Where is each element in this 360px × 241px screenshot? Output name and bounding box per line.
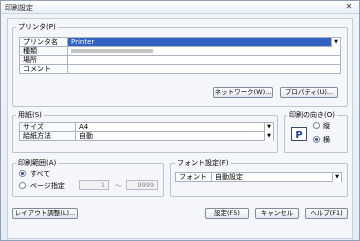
paper-size-select[interactable]: A4 ▼ [75, 122, 274, 132]
paper-group-label: 用紙(S) [16, 110, 44, 120]
table-row: 場所 [19, 55, 341, 65]
printer-comment-label: コメント [19, 64, 68, 74]
range-separator: ～ [115, 182, 122, 190]
table-row: プリンタ名 Printer ▼ [19, 37, 341, 47]
printer-type-value [67, 46, 341, 56]
font-group-label: フォント設定(F) [175, 158, 231, 168]
orientation-portrait-radio[interactable] [313, 122, 320, 129]
svg-text:P: P [295, 130, 302, 141]
font-table: フォント 自動設定 ▼ [175, 172, 342, 182]
window-title: 印刷設定 [5, 4, 33, 12]
range-all-label: すべて [30, 170, 51, 178]
printer-group-label: プリンタ(P) [16, 22, 58, 32]
font-value: 自動設定 [215, 173, 243, 181]
paper-source-label: 給紙方法 [19, 131, 76, 141]
printer-name-value: Printer [71, 38, 95, 46]
orientation-landscape-label: 横 [323, 136, 330, 144]
close-icon[interactable]: ✕ [344, 2, 354, 12]
range-pages-radio[interactable] [19, 182, 26, 189]
network-button[interactable]: ネットワーク(W)... [213, 87, 273, 98]
print-settings-dialog: 印刷設定 ✕ プリンタ(P) プリンタ名 Printer ▼ 種類 場所 コメン… [0, 0, 360, 241]
settings-button[interactable]: 設定(F5) [205, 208, 249, 219]
table-row: 種類 [19, 46, 341, 56]
printer-comment-value [67, 64, 341, 74]
properties-button[interactable]: プロパティ(U)... [280, 87, 338, 98]
page-to-input[interactable]: 9999 [126, 180, 158, 190]
redacted-bar [71, 49, 153, 53]
printer-info-table: プリンタ名 Printer ▼ 種類 場所 コメント [19, 37, 341, 74]
chevron-down-icon[interactable]: ▼ [264, 123, 273, 132]
paper-source-value: 自動 [79, 132, 93, 140]
range-all-radio[interactable] [19, 170, 26, 177]
printer-name-label: プリンタ名 [19, 37, 68, 47]
font-label: フォント [175, 172, 212, 182]
title-bar: 印刷設定 ✕ [1, 1, 359, 14]
paper-source-select[interactable]: 自動 ▼ [75, 131, 274, 141]
layout-adjust-button[interactable]: レイアウト調整(L)... [12, 208, 78, 219]
orientation-portrait-label: 縦 [323, 122, 330, 130]
range-pages-label: ページ指定 [30, 182, 65, 190]
table-row: 給紙方法 自動 ▼ [19, 131, 274, 141]
font-select[interactable]: 自動設定 ▼ [211, 172, 342, 182]
printer-type-label: 種類 [19, 46, 68, 56]
paper-size-label: サイズ [19, 122, 76, 132]
print-range-group-label: 印刷範囲(A) [16, 158, 59, 168]
landscape-page-icon: P [291, 127, 307, 141]
chevron-down-icon[interactable]: ▼ [264, 132, 273, 141]
paper-size-value: A4 [79, 123, 89, 131]
cancel-button[interactable]: キャンセル [255, 208, 299, 219]
printer-location-value [67, 55, 341, 65]
chevron-down-icon[interactable]: ▼ [331, 38, 340, 47]
table-row: コメント [19, 64, 341, 74]
table-row: サイズ A4 ▼ [19, 122, 274, 132]
page-from-input[interactable]: 1 [79, 180, 109, 190]
orientation-group-label: 印刷の向き(O) [287, 110, 337, 120]
orientation-landscape-radio[interactable] [313, 136, 320, 143]
printer-location-label: 場所 [19, 55, 68, 65]
chevron-down-icon[interactable]: ▼ [332, 173, 341, 182]
help-button[interactable]: ヘルプ(F1) [305, 208, 348, 219]
table-row: フォント 自動設定 ▼ [175, 172, 342, 182]
paper-table: サイズ A4 ▼ 給紙方法 自動 ▼ [19, 122, 274, 141]
printer-name-select[interactable]: Printer ▼ [67, 37, 341, 47]
dialog-panel: プリンタ(P) プリンタ名 Printer ▼ 種類 場所 コメント ネットワー… [7, 18, 353, 239]
